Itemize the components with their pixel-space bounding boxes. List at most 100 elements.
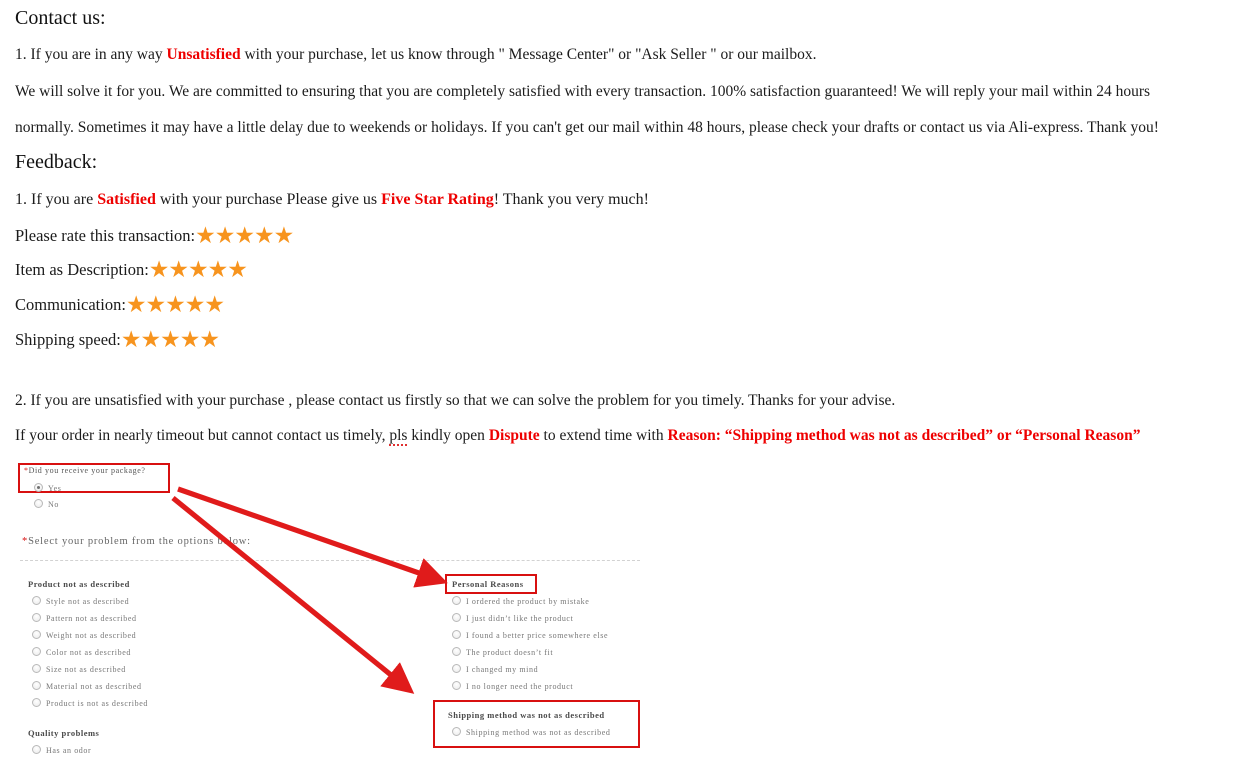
option-changed-my-mind[interactable]: I changed my mind (452, 664, 538, 674)
radio-button-icon[interactable] (32, 647, 41, 656)
star-icon: ★ (253, 223, 275, 248)
option-style-not-as-described[interactable]: Style not as described (32, 596, 129, 606)
annotation-arrows (171, 486, 448, 694)
option-shipping-method-not-as-described[interactable]: Shipping method was not as described (452, 727, 610, 737)
radio-button-icon[interactable] (34, 499, 43, 508)
option-product-is-not-as-described[interactable]: Product is not as described (32, 698, 148, 708)
radio-option-no[interactable]: No (34, 499, 59, 509)
radio-button-icon[interactable] (452, 681, 461, 690)
spellcheck-word-pls: pls (389, 427, 408, 446)
feedback-item-1-mid: with your purchase Please give us (155, 191, 382, 208)
star-rating-shipping-speed: ★★★★★ (121, 327, 220, 352)
shipping-method-highlight-box (433, 700, 640, 748)
star-icon: ★ (179, 327, 201, 352)
radio-button-icon[interactable] (32, 745, 41, 754)
contact-item-1-post: with your purchase, let us know through … (240, 46, 817, 63)
radio-button-icon[interactable] (452, 613, 461, 622)
group-title-personal-reasons: Personal Reasons (452, 579, 524, 589)
radio-button-icon[interactable] (452, 596, 461, 605)
option-label: Shipping method was not as described (466, 728, 611, 737)
dispute-reason-text: Reason: “Shipping method was not as desc… (667, 427, 1141, 444)
option-pattern-not-as-described[interactable]: Pattern not as described (32, 613, 137, 623)
radio-button-icon[interactable] (32, 596, 41, 605)
unsatisfied-keyword: Unsatisfied (166, 46, 241, 63)
radio-button-icon[interactable] (34, 483, 43, 492)
star-icon: ★ (214, 223, 236, 248)
option-label: I just didn’t like the product (466, 614, 574, 623)
option-weight-not-as-described[interactable]: Weight not as described (32, 630, 136, 640)
radio-button-icon[interactable] (32, 630, 41, 639)
group-title-product-not-as-described: Product not as described (28, 579, 130, 589)
contact-item-1: 1. If you are in any way Unsatisfied wit… (0, 47, 816, 63)
star-icon: ★ (125, 292, 147, 317)
star-rating-transaction: ★★★★★ (195, 223, 295, 248)
rating-label: Communication: (15, 295, 126, 314)
dispute-mid: kindly open (407, 427, 489, 444)
option-label: The product doesn’t fit (466, 648, 554, 657)
radio-button-icon[interactable] (32, 698, 41, 707)
rating-row-transaction: Please rate this transaction:★★★★★ (15, 223, 295, 248)
star-icon: ★ (227, 257, 248, 282)
rating-row-communication: Communication:★★★★★ (15, 292, 225, 317)
select-problem-text: Select your problem from the options bel… (28, 536, 251, 547)
radio-option-label: No (48, 500, 59, 509)
star-rating-item-as-description: ★★★★★ (148, 257, 248, 282)
radio-button-icon[interactable] (452, 647, 461, 656)
radio-option-yes[interactable]: Yes (34, 483, 61, 493)
option-label: Style not as described (46, 597, 130, 606)
star-icon: ★ (140, 327, 162, 352)
option-material-not-as-described[interactable]: Material not as described (32, 681, 142, 691)
radio-button-icon[interactable] (32, 664, 41, 673)
star-icon: ★ (195, 223, 216, 248)
feedback-heading: Feedback: (15, 151, 98, 173)
star-icon: ★ (160, 327, 181, 352)
radio-button-icon[interactable] (452, 630, 461, 639)
contact-paragraph-3: normally. Sometimes it may have a little… (15, 119, 1159, 136)
star-rating-communication: ★★★★★ (125, 292, 225, 317)
option-label: Color not as described (46, 648, 131, 657)
rating-label: Item as Description: (15, 260, 149, 279)
star-icon: ★ (148, 257, 170, 282)
option-label: Has an odor (46, 746, 92, 755)
radio-option-label: Yes (48, 484, 62, 493)
option-found-better-price[interactable]: I found a better price somewhere else (452, 630, 608, 640)
option-label: Pattern not as described (46, 614, 137, 623)
feedback-item-1-pre: 1. If you are (15, 191, 98, 208)
dispute-pre: If your order in nearly timeout but cann… (15, 427, 390, 444)
option-label: Material not as described (46, 682, 142, 691)
option-label: I no longer need the product (466, 682, 574, 691)
rating-row-shipping-speed: Shipping speed:★★★★★ (15, 327, 220, 352)
star-icon: ★ (199, 327, 220, 352)
radio-button-icon[interactable] (452, 664, 461, 673)
option-label: I ordered the product by mistake (466, 597, 590, 606)
receive-package-question: *Did you receive your package? (24, 466, 146, 475)
select-problem-label: *Select your problem from the options be… (22, 536, 251, 547)
option-label: I changed my mind (466, 665, 539, 674)
radio-button-icon[interactable] (452, 727, 461, 736)
arrow-to-shipping-method (171, 495, 415, 694)
star-icon: ★ (165, 292, 186, 317)
five-star-rating-keyword: Five Star Rating (381, 191, 494, 208)
receive-package-question-text: Did you receive your package? (28, 466, 146, 475)
option-label: Size not as described (46, 665, 126, 674)
option-didnt-like-product[interactable]: I just didn’t like the product (452, 613, 573, 623)
option-color-not-as-described[interactable]: Color not as described (32, 647, 131, 657)
option-no-longer-need[interactable]: I no longer need the product (452, 681, 573, 691)
star-icon: ★ (273, 223, 295, 248)
dispute-mid-2: to extend time with (539, 427, 668, 444)
option-ordered-by-mistake[interactable]: I ordered the product by mistake (452, 596, 589, 606)
star-icon: ★ (168, 257, 189, 282)
option-product-doesnt-fit[interactable]: The product doesn’t fit (452, 647, 553, 657)
feedback-item-1: 1. If you are Satisfied with your purcha… (0, 192, 649, 208)
dispute-paragraph: If your order in nearly timeout but cann… (0, 427, 1141, 446)
option-has-an-odor[interactable]: Has an odor (32, 745, 91, 755)
form-divider (20, 560, 640, 561)
star-icon: ★ (204, 292, 225, 317)
radio-button-icon[interactable] (32, 613, 41, 622)
contact-us-heading: Contact us: (15, 7, 106, 29)
radio-button-icon[interactable] (32, 681, 41, 690)
star-icon: ★ (234, 223, 255, 248)
option-label: Product is not as described (46, 699, 148, 708)
option-size-not-as-described[interactable]: Size not as described (32, 664, 126, 674)
rating-label: Shipping speed: (15, 330, 121, 349)
